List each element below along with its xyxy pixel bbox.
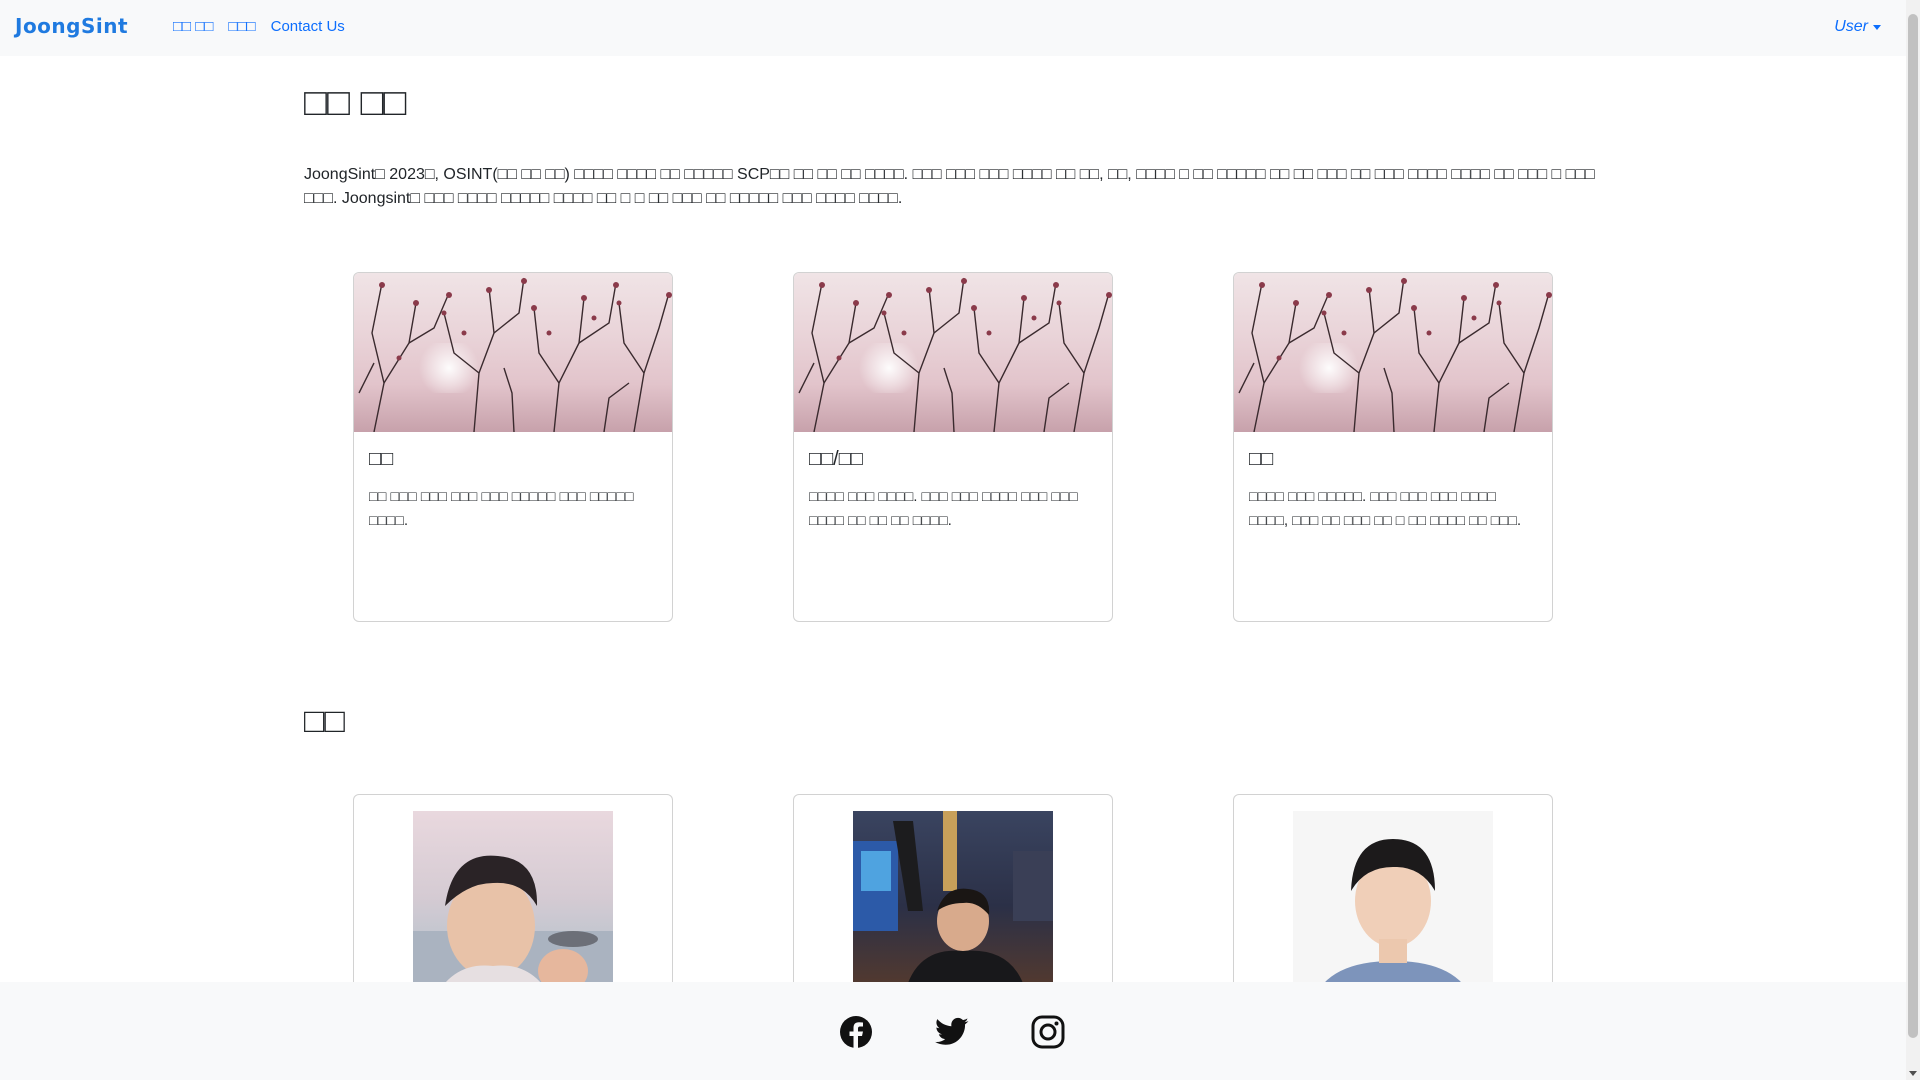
facebook-icon[interactable] — [838, 1014, 874, 1050]
user-dropdown[interactable]: User — [1834, 18, 1881, 36]
user-dropdown-label: User — [1834, 18, 1868, 35]
service-card: □□/□□ □□□□ □□□ □□□□. □□□ □□□ □□□□ □□□ □□… — [793, 272, 1113, 622]
member-photo — [1293, 811, 1493, 1001]
instagram-icon[interactable] — [1030, 1014, 1066, 1050]
vertical-scrollbar[interactable] — [1906, 0, 1920, 1080]
card-title: □□ — [1249, 448, 1274, 470]
navbar: JoongSint □□ □□ □□□ Contact Us User — [0, 0, 1906, 56]
card-text: □□ □□□ □□□ □□□ □□□ □□□□□ □□□ □□□□□ □□□□. — [369, 489, 634, 529]
intro-paragraph: JoongSint□ 2023□, OSINT(□□ □□ □□) □□□□ □… — [304, 166, 1595, 207]
service-card: □□ □□ □□□ □□□ □□□ □□□ □□□□□ □□□ □□□□□ □□… — [353, 272, 673, 622]
caret-down-icon — [1873, 24, 1881, 30]
card-title: □□ — [369, 448, 394, 470]
member-photo — [853, 811, 1053, 1001]
nav-link-services[interactable]: □□□ — [228, 18, 255, 35]
card-text: □□□□ □□□ □□□□. □□□ □□□ □□□□ □□□ □□□ □□□□… — [809, 489, 1078, 529]
page-title: □□ □□ — [304, 82, 407, 124]
card-image — [1234, 273, 1552, 432]
members-section-title: □□ — [304, 702, 346, 740]
brand-logo[interactable]: JoongSint — [15, 14, 128, 38]
nav-links: □□ □□ □□□ Contact Us — [173, 18, 360, 35]
card-image — [794, 273, 1112, 432]
card-image — [354, 273, 672, 432]
scrollbar-thumb[interactable] — [1908, 14, 1918, 1038]
card-title: □□/□□ — [809, 448, 863, 470]
twitter-icon[interactable] — [934, 1014, 970, 1050]
service-card: □□ □□□□ □□□ □□□□□. □□□ □□□ □□□ □□□□ □□□□… — [1233, 272, 1553, 622]
footer — [0, 982, 1906, 1080]
nav-link-contact[interactable]: Contact Us — [271, 18, 345, 35]
scroll-down-icon[interactable] — [1909, 1071, 1917, 1076]
card-text: □□□□ □□□ □□□□□. □□□ □□□ □□□ □□□□ □□□□, □… — [1249, 489, 1522, 529]
nav-link-about[interactable]: □□ □□ — [173, 18, 213, 35]
member-photo — [413, 811, 613, 1001]
